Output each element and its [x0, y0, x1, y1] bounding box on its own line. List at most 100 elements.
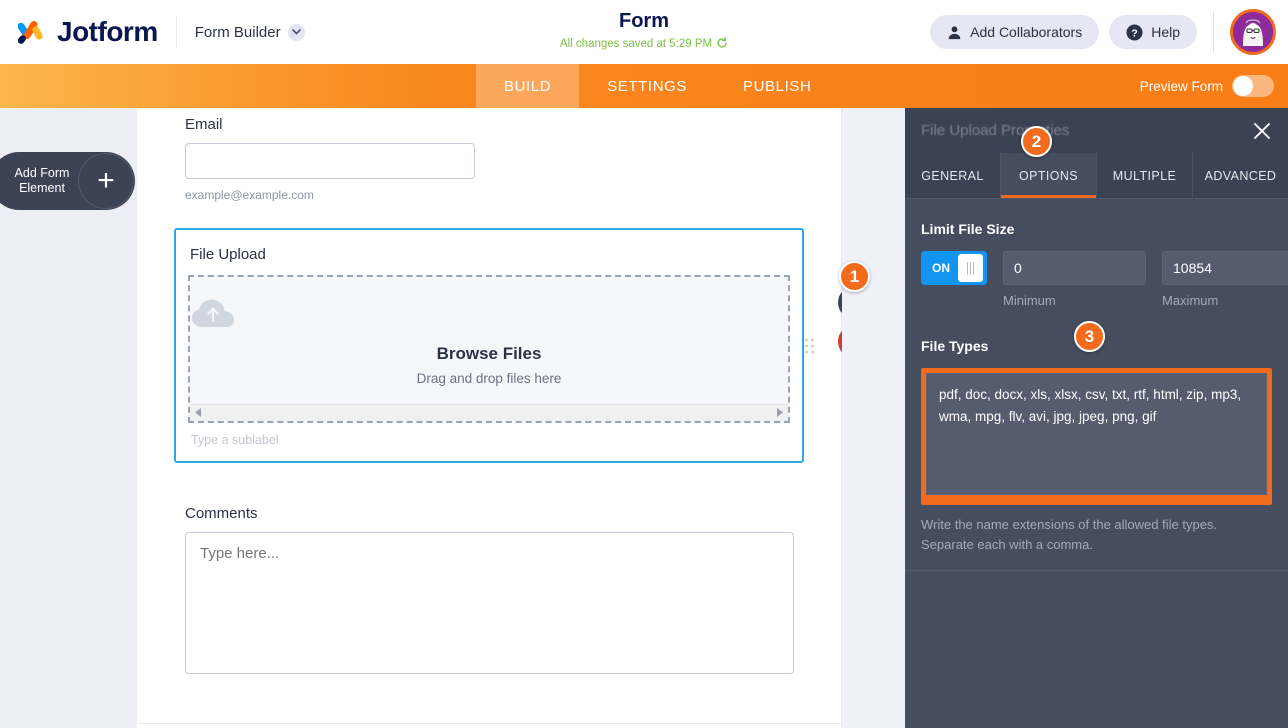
- tab-general-label: GENERAL: [921, 168, 984, 183]
- avatar-face-icon: [1233, 12, 1273, 52]
- file-types-highlight-frame: [921, 368, 1272, 505]
- tab-settings-label: SETTINGS: [607, 77, 687, 95]
- annotation-badge-1: 1: [839, 261, 870, 292]
- tab-publish[interactable]: PUBLISH: [715, 64, 839, 108]
- brand-logo[interactable]: Jotform: [17, 16, 158, 48]
- tab-build-label: BUILD: [504, 77, 552, 95]
- email-label: Email: [185, 116, 223, 133]
- comments-textarea[interactable]: [185, 532, 794, 674]
- close-icon[interactable]: [1252, 121, 1272, 141]
- brand-name: Jotform: [57, 16, 158, 47]
- horizontal-scrollbar[interactable]: [190, 404, 788, 421]
- main-nav-bar: BUILD SETTINGS PUBLISH Preview Form: [0, 64, 1288, 108]
- left-rail: Add Form Element +: [0, 108, 137, 728]
- limit-file-size-title: Limit File Size: [921, 221, 1015, 237]
- tab-options[interactable]: OPTIONS: [1001, 153, 1097, 198]
- maximum-input-box[interactable]: KB: [1162, 251, 1288, 285]
- file-drop-zone[interactable]: Browse Files Drag and drop files here: [188, 275, 790, 423]
- comments-label: Comments: [185, 505, 258, 522]
- header-actions: Add Collaborators ? Help: [930, 0, 1288, 64]
- add-form-element-line2: Element: [19, 181, 65, 195]
- preview-form-label: Preview Form: [1139, 78, 1223, 94]
- plus-glyph: +: [97, 164, 115, 197]
- email-hint: example@example.com: [185, 188, 314, 202]
- tab-options-label: OPTIONS: [1018, 168, 1079, 183]
- avatar[interactable]: [1230, 9, 1276, 55]
- file-types-section: File Types Write the name extensions of …: [921, 321, 1272, 555]
- add-collaborators-label: Add Collaborators: [970, 24, 1083, 40]
- tab-advanced-label: ADVANCED: [1204, 168, 1277, 183]
- scroll-left-arrow-icon[interactable]: [195, 404, 202, 422]
- file-types-help-line1: Write the name extensions of the allowed…: [921, 517, 1218, 532]
- properties-divider: [905, 570, 1288, 571]
- preview-toggle-switch[interactable]: [1232, 75, 1274, 97]
- chevron-down-icon: [287, 23, 305, 41]
- annotation-badge-2: 2: [1021, 126, 1052, 157]
- drag-handle-icon[interactable]: [805, 338, 814, 353]
- tab-publish-label: PUBLISH: [743, 77, 812, 95]
- preview-form-toggle[interactable]: Preview Form: [1140, 64, 1274, 108]
- save-status: All changes saved at 5:29 PM: [559, 36, 728, 52]
- properties-body: Limit File Size ON KB Minimum: [905, 199, 1288, 555]
- sublabel-placeholder[interactable]: Type a sublabel: [191, 433, 790, 447]
- header-divider-2: [1213, 11, 1214, 53]
- add-form-element-button[interactable]: Add Form Element +: [0, 152, 135, 210]
- submit-row: Submit: [137, 723, 841, 728]
- maximum-group: KB Maximum: [1162, 251, 1288, 308]
- preview-toggle-knob: [1233, 76, 1253, 96]
- plus-icon[interactable]: +: [78, 153, 134, 209]
- person-icon: [947, 25, 962, 40]
- svg-text:?: ?: [1132, 28, 1138, 39]
- file-upload-element[interactable]: File Upload Browse Files Drag and drop f…: [174, 228, 814, 463]
- maximum-size-input[interactable]: [1163, 252, 1288, 284]
- jotform-logo-icon: [17, 17, 48, 47]
- limit-file-size-toggle-knob: [958, 254, 983, 282]
- add-collaborators-button[interactable]: Add Collaborators: [930, 15, 1100, 49]
- file-types-textarea[interactable]: [926, 373, 1267, 495]
- top-header: Jotform Form Builder Form All changes sa…: [0, 0, 1288, 64]
- cloud-upload-icon: [190, 297, 788, 334]
- add-form-element-label: Add Form Element: [6, 166, 78, 196]
- tab-advanced[interactable]: ADVANCED: [1193, 153, 1288, 198]
- jotform-form-builder-app: Jotform Form Builder Form All changes sa…: [0, 0, 1288, 728]
- tab-build[interactable]: BUILD: [476, 64, 580, 108]
- form-builder-dropdown[interactable]: Form Builder: [194, 23, 305, 41]
- form-builder-label: Form Builder: [194, 23, 281, 41]
- email-field[interactable]: [185, 143, 475, 179]
- file-types-help-line2: Separate each with a comma.: [921, 537, 1093, 552]
- canvas-gap: [842, 108, 905, 728]
- help-button[interactable]: ? Help: [1109, 15, 1197, 49]
- minimum-size-input[interactable]: [1004, 252, 1145, 284]
- limit-file-size-row: ON KB Minimum KB: [921, 251, 1288, 308]
- minimum-caption: Minimum: [1003, 293, 1056, 308]
- workspace: Add Form Element + Email example@example…: [0, 108, 1288, 728]
- scroll-right-arrow-icon[interactable]: [776, 404, 783, 422]
- limit-file-size-toggle[interactable]: ON: [921, 251, 987, 285]
- refresh-icon[interactable]: [716, 36, 728, 52]
- properties-header: File Upload Properties: [905, 108, 1288, 153]
- nav-tabs: BUILD SETTINGS PUBLISH: [476, 64, 839, 108]
- tab-settings[interactable]: SETTINGS: [579, 64, 715, 108]
- maximum-caption: Maximum: [1162, 293, 1219, 308]
- field-email: Email example@example.com: [137, 108, 841, 202]
- field-file-upload: File Upload Browse Files Drag and drop f…: [137, 228, 871, 463]
- tab-general[interactable]: GENERAL: [905, 153, 1001, 198]
- minimum-input-box[interactable]: KB: [1003, 251, 1146, 285]
- properties-tabs: GENERAL OPTIONS MULTIPLE ADVANCED: [905, 153, 1288, 199]
- field-comments: Comments: [137, 505, 841, 679]
- form-canvas: Email example@example.com File Upload Br…: [137, 108, 871, 728]
- save-status-text: All changes saved at 5:29 PM: [559, 38, 713, 50]
- question-mark-icon: ?: [1126, 23, 1143, 41]
- limit-file-size-toggle-label: ON: [932, 261, 950, 275]
- help-label: Help: [1151, 24, 1180, 40]
- file-upload-properties-panel: File Upload Properties GENERAL OPTIONS M…: [905, 108, 1288, 728]
- tab-multiple[interactable]: MULTIPLE: [1097, 153, 1193, 198]
- header-divider-1: [175, 17, 177, 47]
- browse-files-button[interactable]: Browse Files: [190, 344, 788, 364]
- file-types-help: Write the name extensions of the allowed…: [921, 515, 1272, 555]
- drag-drop-text: Drag and drop files here: [416, 371, 562, 386]
- minimum-group: KB Minimum: [1003, 251, 1146, 308]
- annotation-badge-3: 3: [1074, 321, 1105, 352]
- file-upload-label: File Upload: [190, 246, 266, 263]
- add-form-element-line1: Add Form: [14, 166, 70, 180]
